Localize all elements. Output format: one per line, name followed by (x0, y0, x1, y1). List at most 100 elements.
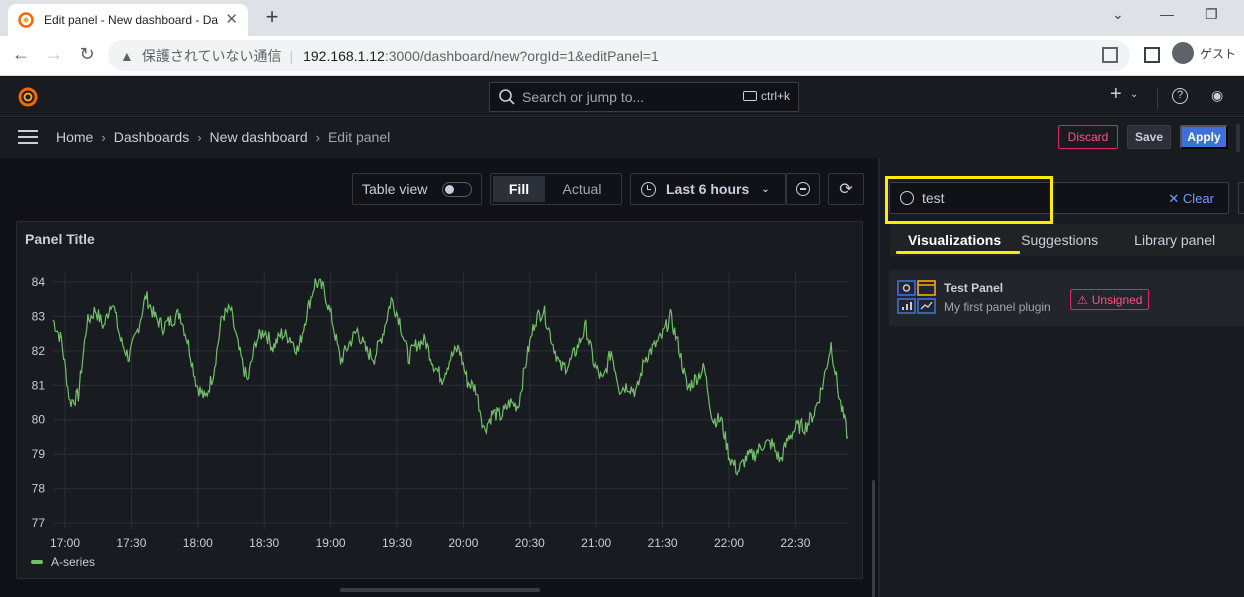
chevron-right-icon: › (315, 129, 320, 145)
save-button[interactable]: Save (1127, 125, 1171, 149)
toggle-switch[interactable] (442, 182, 472, 197)
chevron-down-icon[interactable]: ⌄ (1130, 89, 1138, 100)
actual-button[interactable]: Actual (545, 176, 619, 202)
restore-icon[interactable]: ❐ (1205, 6, 1218, 23)
qr-code-icon[interactable] (1102, 47, 1118, 63)
chevron-right-icon: › (197, 129, 202, 145)
clear-label: Clear (1182, 191, 1214, 206)
y-tick-label: 79 (32, 447, 46, 461)
apply-button[interactable]: Apply (1180, 125, 1228, 149)
x-tick-label: 21:00 (581, 536, 611, 550)
badge-label: Unsigned (1091, 292, 1143, 307)
fill-actual-switch: Fill Actual (490, 173, 622, 205)
url-host: 192.168.1.12 (303, 47, 385, 64)
breadcrumb-bar: Home › Dashboards › New dashboard › Edit… (0, 118, 1244, 158)
clock-icon (641, 181, 656, 197)
profile-button[interactable]: ゲスト (1172, 42, 1236, 64)
search-icon (499, 89, 515, 105)
pane-toggle-button[interactable] (1238, 182, 1244, 214)
legend-swatch (31, 560, 43, 564)
horizontal-scrollbar[interactable] (340, 588, 540, 592)
x-tick-label: 21:30 (648, 536, 678, 550)
warning-icon: ▲ (120, 47, 134, 64)
new-plus-icon[interactable]: + (1110, 83, 1122, 106)
keyboard-shortcut: ctrl+k (742, 89, 790, 103)
refresh-button[interactable]: ⟳ (828, 173, 864, 205)
browser-toolbar: ← → ↻ ▲ 保護されていない通信 | 192.168.1.12 :3000/… (0, 36, 1244, 76)
x-tick-label: 19:30 (382, 536, 412, 550)
fill-button[interactable]: Fill (493, 176, 545, 202)
refresh-icon: ⟳ (839, 181, 853, 198)
x-tick-label: 20:30 (515, 536, 545, 550)
unsigned-badge: ⚠ Unsigned (1070, 289, 1150, 310)
browser-tabstrip: Edit panel - New dashboard - Da ✕ + ⌄ — … (0, 0, 1244, 36)
shortcut-label: ctrl+k (760, 89, 790, 103)
browser-tab[interactable]: Edit panel - New dashboard - Da ✕ (8, 4, 248, 36)
breadcrumb-current: Edit panel (327, 129, 391, 145)
table-view-label: Table view (362, 181, 428, 197)
tab-library-panels[interactable]: Library panel (1134, 232, 1215, 248)
breadcrumb-home[interactable]: Home (56, 129, 93, 145)
keyboard-icon (742, 91, 757, 101)
x-tick-label: 17:30 (116, 536, 146, 550)
x-tick-label: 18:00 (183, 536, 213, 550)
breadcrumb: Home › Dashboards › New dashboard › Edit… (56, 129, 390, 145)
breadcrumb-new-dashboard[interactable]: New dashboard (210, 129, 308, 145)
options-pane: ✕ Clear Visualizations Suggestions Libra… (880, 158, 1244, 597)
visualization-search-field[interactable] (922, 190, 1142, 206)
viz-description: My first panel plugin (944, 300, 1051, 314)
panel-editor-main: Table view Fill Actual Last 6 hours ⌄ ⟳ … (0, 158, 878, 597)
y-tick-label: 78 (32, 482, 46, 496)
help-icon[interactable]: ? (1172, 88, 1188, 104)
chevron-right-icon: › (101, 129, 106, 145)
zoom-out-icon (796, 182, 810, 196)
grafana-logo-icon[interactable] (17, 86, 39, 108)
vertical-scrollbar[interactable] (872, 480, 875, 597)
legend-label: A-series (51, 555, 96, 569)
active-tab-underline (896, 251, 1020, 254)
table-view-toggle[interactable]: Table view (352, 173, 482, 205)
news-feed-icon[interactable]: ◉ (1211, 87, 1223, 104)
grafana-favicon-icon (18, 12, 34, 28)
separator: | (289, 47, 294, 64)
security-label: 保護されていない通信 (141, 47, 282, 64)
global-search-input[interactable]: Search or jump to... ctrl+k (489, 82, 799, 112)
search-placeholder: Search or jump to... (522, 89, 645, 105)
panel-plugin-icon (897, 280, 936, 314)
x-tick-label: 18:30 (249, 536, 279, 550)
x-tick-label: 22:30 (780, 536, 810, 550)
menu-icon[interactable] (18, 130, 38, 144)
back-icon[interactable]: ← (10, 44, 32, 65)
x-tick-label: 19:00 (316, 536, 346, 550)
url-path: :3000/dashboard/new?orgId=1&editPanel=1 (384, 47, 659, 64)
side-panel-icon[interactable] (1144, 47, 1160, 63)
search-icon (900, 191, 914, 205)
y-tick-label: 82 (32, 344, 46, 358)
timeseries-chart: 84 83 82 81 80 79 78 77 17:00 17:30 18:00 18:30 19:0… (32, 272, 849, 550)
visualization-search-input[interactable]: ✕ Clear (889, 182, 1229, 214)
chevron-down-icon[interactable]: ⌄ (1112, 6, 1124, 23)
grafana-topnav: Search or jump to... ctrl+k + ⌄ ? ◉ (0, 77, 1244, 117)
time-range-label: Last 6 hours (666, 181, 750, 197)
address-bar[interactable]: ▲ 保護されていない通信 | 192.168.1.12 :3000/dashbo… (108, 40, 1130, 71)
time-picker[interactable]: Last 6 hours ⌄ (630, 173, 786, 205)
zoom-out-button[interactable] (786, 173, 820, 205)
reload-icon[interactable]: ↻ (76, 44, 98, 65)
discard-button[interactable]: Discard (1058, 125, 1118, 149)
overflow-button[interactable] (1236, 124, 1240, 152)
x-tick-label: 17:00 (50, 536, 80, 550)
chart-legend[interactable]: A-series (31, 555, 95, 569)
viz-card-test-panel[interactable]: Test Panel My first panel plugin ⚠ Unsig… (889, 270, 1244, 326)
new-tab-icon[interactable]: + (260, 4, 284, 30)
clear-button[interactable]: ✕ Clear (1168, 191, 1214, 207)
x-tick-label: 22:00 (714, 536, 744, 550)
breadcrumb-dashboards[interactable]: Dashboards (114, 129, 190, 145)
tab-visualizations[interactable]: Visualizations (908, 232, 1001, 248)
tab-close-icon[interactable]: ✕ (225, 10, 238, 28)
tab-suggestions[interactable]: Suggestions (1021, 232, 1098, 248)
minimize-icon[interactable]: — (1160, 6, 1174, 22)
tab-title: Edit panel - New dashboard - Da (44, 13, 219, 27)
warning-icon: ⚠ (1077, 292, 1088, 307)
panel: Panel Title 84 83 82 81 80 79 78 77 17:00 17:30 18… (16, 221, 863, 579)
forward-icon[interactable]: → (43, 44, 65, 65)
